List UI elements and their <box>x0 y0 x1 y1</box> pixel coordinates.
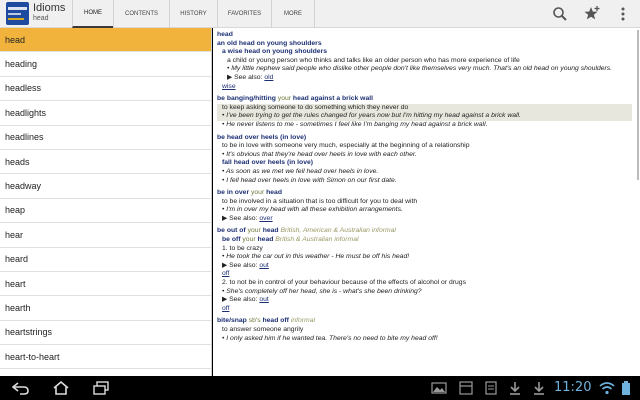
definition: to be involved in a situation that is to… <box>222 197 418 205</box>
example: • I'm in over my head with all these exh… <box>222 206 403 214</box>
app-logo-icon[interactable] <box>6 2 29 25</box>
list-item[interactable]: heads <box>0 150 211 175</box>
definition: a child or young person who thinks and t… <box>227 56 520 64</box>
system-bar: 11:20 <box>0 376 640 400</box>
example: • It's obvious that they're head over he… <box>222 150 417 158</box>
idiom-heading: an old head on young shoulders <box>217 39 322 47</box>
scrollbar[interactable] <box>637 30 639 180</box>
example: • My little nephew said people who disli… <box>227 65 613 73</box>
example: • She's completely off her head, she is … <box>222 287 422 295</box>
calendar-notification-icon[interactable] <box>457 380 475 396</box>
see-also-link-off[interactable]: off <box>222 305 229 312</box>
tab-more[interactable]: MORE <box>271 0 315 28</box>
idiom-variant: be off your head British & Australian in… <box>222 236 359 244</box>
example: • He never listens to me - sometimes I f… <box>222 120 488 128</box>
see-also: ▶ See also: old <box>217 74 640 83</box>
example: • As soon as we met we fell head over he… <box>222 167 379 175</box>
list-item[interactable]: hear <box>0 223 211 248</box>
idiom-heading: be out of your head British, American & … <box>217 227 396 235</box>
download-icon[interactable] <box>506 380 524 396</box>
example: • I fell head over heels in love with Si… <box>222 176 397 184</box>
app-title: Idioms <box>33 2 66 14</box>
list-item[interactable]: heart-to-heart <box>0 345 211 370</box>
list-item[interactable]: heap <box>0 199 211 224</box>
list-item[interactable]: headless <box>0 77 211 102</box>
list-item[interactable]: hearth <box>0 296 211 321</box>
list-item[interactable]: headlights <box>0 101 211 126</box>
see-also-link-out[interactable]: out <box>259 296 268 303</box>
idiom-variant: a wise head on young shoulders <box>222 48 327 56</box>
see-also-link-out[interactable]: out <box>259 262 268 269</box>
document-notification-icon[interactable] <box>482 380 500 396</box>
wifi-icon[interactable] <box>598 380 616 396</box>
tab-history[interactable]: HISTORY <box>169 0 217 28</box>
list-item[interactable]: heart <box>0 272 211 297</box>
add-favorite-icon[interactable] <box>583 5 601 23</box>
see-also-link-off[interactable]: off <box>222 270 229 277</box>
idiom-heading: bite/snap sb's head off informal <box>217 317 315 325</box>
tab-home[interactable]: HOME <box>72 0 113 28</box>
see-also: ▶ See also: over <box>222 214 273 222</box>
see-also-label: ▶ See also: <box>227 73 263 81</box>
see-also-link-wise[interactable]: wise <box>222 83 236 90</box>
back-icon[interactable] <box>12 380 30 396</box>
example: • He took the car out in this weather - … <box>222 253 410 261</box>
clock[interactable]: 11:20 <box>554 380 591 395</box>
overflow-menu-icon[interactable] <box>614 5 632 23</box>
example: • I only asked him if he wanted tea. The… <box>222 334 438 342</box>
list-item[interactable]: heard <box>0 248 211 272</box>
list-item[interactable]: headway <box>0 174 211 199</box>
home-icon[interactable] <box>52 380 70 396</box>
action-bar: Idioms head HOME CONTENTS HISTORY FAVORI… <box>0 0 640 28</box>
see-also: ▶ See also: out <box>222 296 269 304</box>
definition: to answer someone angrily <box>222 326 304 333</box>
definition: to be in love with someone very much, es… <box>222 142 470 150</box>
list-item-head[interactable]: head <box>0 28 211 53</box>
recent-apps-icon[interactable] <box>92 380 110 396</box>
idiom-heading: be head over heels (in love) <box>217 133 307 141</box>
word-list[interactable]: head heading headless headlights headlin… <box>0 28 212 376</box>
headword: head <box>217 31 233 38</box>
idiom-heading: be banging/hitting your head against a b… <box>217 95 374 103</box>
tab-contents[interactable]: CONTENTS <box>113 0 169 28</box>
list-item[interactable]: heartstrings <box>0 321 211 346</box>
tab-favorites[interactable]: FAVORITES <box>217 0 271 28</box>
search-icon[interactable] <box>551 5 569 23</box>
list-item[interactable]: headlines <box>0 126 211 150</box>
see-also: ▶ See also: out <box>222 261 269 269</box>
see-also-link-old[interactable]: old <box>264 74 273 81</box>
download-icon[interactable] <box>530 380 548 396</box>
definition: to keep asking someone to do something w… <box>222 103 409 111</box>
definition: 1. to be crazy <box>222 244 263 252</box>
definition-pane[interactable]: head an old head on young shoulders a wi… <box>213 28 640 376</box>
example: • I've been trying to get the rules chan… <box>222 112 521 120</box>
idiom-heading: be in over your head <box>217 189 282 197</box>
idiom-variant: fall head over heels (in love) <box>222 159 314 167</box>
gallery-notification-icon[interactable] <box>430 380 448 396</box>
list-item[interactable]: heading <box>0 52 211 77</box>
see-also-link-over[interactable]: over <box>259 215 272 222</box>
definition: 2. to not be in control of your behaviou… <box>222 279 466 287</box>
battery-icon[interactable] <box>620 380 632 396</box>
app-subtitle: head <box>33 15 49 22</box>
tab-bar: HOME CONTENTS HISTORY FAVORITES MORE <box>72 0 315 28</box>
